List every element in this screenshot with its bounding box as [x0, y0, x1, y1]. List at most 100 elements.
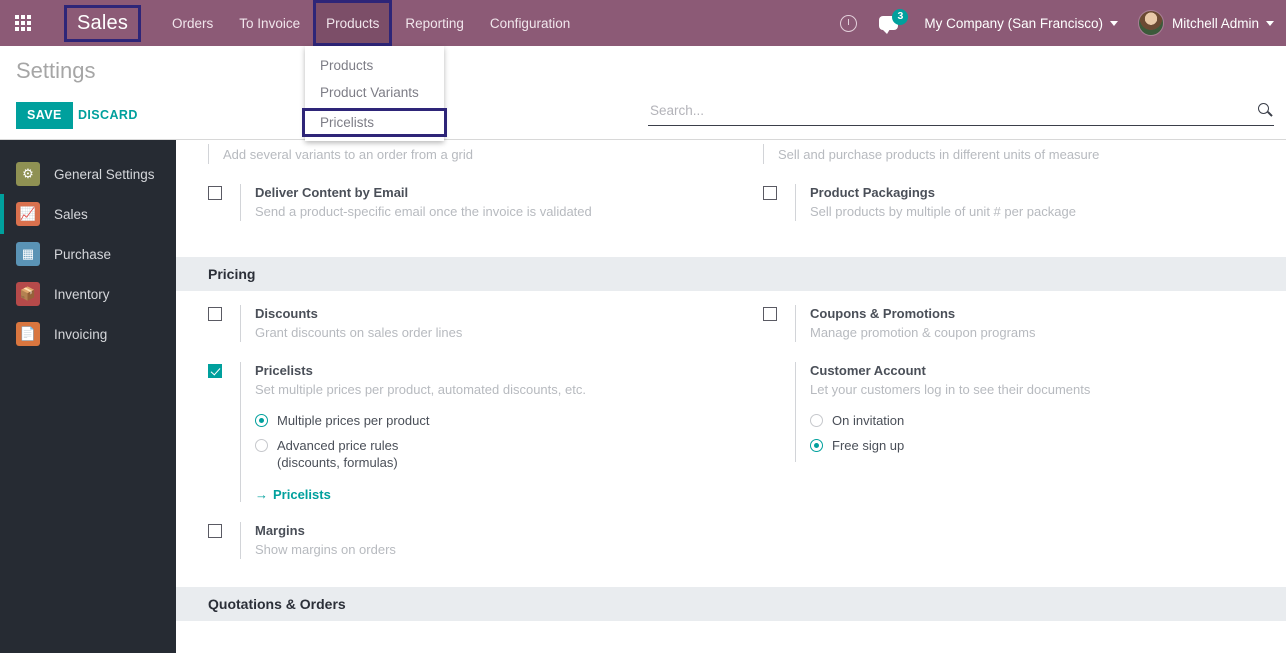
chat-bubble-icon[interactable]: 3	[879, 9, 909, 34]
sidebar-item-purchase[interactable]: ▦ Purchase	[0, 234, 176, 274]
chevron-down-icon	[1266, 20, 1274, 26]
sidebar-item-sales[interactable]: 📈 Sales	[0, 194, 176, 234]
menu-item-configuration[interactable]: Configuration	[477, 0, 583, 46]
products-section-rows: Deliver Content by Email Send a product-…	[176, 170, 1286, 227]
radio-label: Advanced price rules	[277, 438, 399, 453]
radio-option-multiple-prices-per-product[interactable]: Multiple prices per product	[255, 412, 709, 429]
messages-count-badge: 3	[892, 9, 909, 25]
pricelists-link-label: Pricelists	[273, 487, 331, 502]
company-label: My Company (San Francisco)	[924, 15, 1103, 31]
settings-sidebar: ⚙ General Settings 📈 Sales ▦ Purchase 📦 …	[0, 140, 176, 653]
search-input[interactable]	[648, 102, 1238, 119]
checkbox-pricelists[interactable]	[208, 364, 222, 378]
box-icon: 📦	[16, 282, 40, 306]
setting-desc: Send a product-specific email once the i…	[255, 204, 592, 219]
sidebar-item-general-settings[interactable]: ⚙ General Settings	[0, 154, 176, 194]
pricelists-link[interactable]: → Pricelists	[255, 487, 709, 502]
menu-item-orders[interactable]: Orders	[159, 0, 226, 46]
settings-content: Add several variants to an order from a …	[176, 140, 1286, 653]
setting-row-empty	[731, 508, 1286, 565]
radio-option-on-invitation[interactable]: On invitation	[810, 412, 1264, 429]
credit-card-icon: ▦	[16, 242, 40, 266]
sidebar-item-label: Purchase	[54, 246, 112, 262]
checkbox-margins[interactable]	[208, 524, 222, 538]
setting-desc: Set multiple prices per product, automat…	[255, 382, 586, 397]
sidebar-item-invoicing[interactable]: 📄 Invoicing	[0, 314, 176, 354]
radio-label: Free sign up	[832, 438, 905, 453]
setting-row-coupons-promotions: Coupons & Promotions Manage promotion & …	[731, 291, 1286, 348]
setting-row-margins: Margins Show margins on orders	[176, 508, 731, 565]
checkbox-discounts[interactable]	[208, 307, 222, 321]
setting-row-customer-account: Customer Account Let your customers log …	[731, 348, 1286, 508]
customer-account-options: On invitation Free sign up	[810, 412, 1264, 454]
setting-title: Pricelists	[255, 363, 313, 378]
apps-grid-icon[interactable]	[0, 0, 46, 46]
app-brand-sales[interactable]: Sales	[64, 4, 142, 42]
control-panel: Settings SAVE DISCARD	[0, 46, 1286, 140]
section-header-quotations-orders: Quotations & Orders	[176, 587, 1286, 621]
menu-item-products[interactable]: Products	[313, 0, 393, 46]
products-dropdown-menu: Products Product Variants Pricelists	[302, 46, 447, 141]
setting-desc: Add several variants to an order from a …	[223, 147, 474, 162]
setting-desc: Sell and purchase products in different …	[778, 147, 1100, 162]
magnifier-icon[interactable]	[1258, 103, 1274, 119]
setting-title: Discounts	[255, 306, 318, 321]
setting-row-product-packagings: Product Packagings Sell products by mult…	[731, 170, 1286, 227]
pricing-section-rows: Discounts Grant discounts on sales order…	[176, 291, 1286, 565]
setting-row-discounts: Discounts Grant discounts on sales order…	[176, 291, 731, 348]
setting-row-deliver-content-by-email: Deliver Content by Email Send a product-…	[176, 170, 731, 227]
top-navbar: Sales Orders To Invoice Products Reporti…	[0, 0, 1286, 46]
chart-icon: 📈	[16, 202, 40, 226]
products-section-rows-partial: Add several variants to an order from a …	[176, 140, 1286, 170]
radio-icon	[810, 414, 823, 427]
checkbox-deliver-content-by-email[interactable]	[208, 186, 222, 200]
user-menu[interactable]: Mitchell Admin	[1137, 10, 1274, 36]
checkbox-product-packagings[interactable]	[763, 186, 777, 200]
sidebar-item-inventory[interactable]: 📦 Inventory	[0, 274, 176, 314]
setting-row-units-of-measure: Sell and purchase products in different …	[731, 140, 1286, 170]
setting-title: Deliver Content by Email	[255, 185, 409, 200]
setting-row-sales-grid-entry: Add several variants to an order from a …	[176, 140, 731, 170]
company-selector[interactable]: My Company (San Francisco)	[924, 16, 1118, 31]
radio-label: On invitation	[832, 413, 905, 428]
menu-item-reporting[interactable]: Reporting	[392, 0, 477, 46]
clock-icon[interactable]	[840, 14, 858, 32]
brand-label: Sales	[77, 11, 129, 34]
setting-desc: Let your customers log in to see their d…	[810, 382, 1091, 397]
menu-item-to-invoice[interactable]: To Invoice	[226, 0, 313, 46]
checkbox-coupons-promotions[interactable]	[763, 307, 777, 321]
setting-title: Coupons & Promotions	[810, 306, 956, 321]
chevron-down-icon	[1109, 20, 1118, 26]
topbar-right-cluster: 3 My Company (San Francisco) Mitchell Ad…	[840, 0, 1286, 46]
page-title: Settings	[16, 58, 96, 83]
radio-option-advanced-price-rules[interactable]: Advanced price rules (discounts, formula…	[255, 437, 709, 471]
setting-title: Product Packagings	[810, 185, 935, 200]
sidebar-item-label: Sales	[54, 206, 88, 222]
setting-title: Margins	[255, 523, 305, 538]
setting-desc: Manage promotion & coupon programs	[810, 325, 1036, 340]
sidebar-item-label: Invoicing	[54, 326, 108, 342]
radio-option-free-sign-up[interactable]: Free sign up	[810, 437, 1264, 454]
save-button[interactable]: SAVE	[16, 102, 73, 129]
main-menu: Orders To Invoice Products Reporting Con…	[159, 0, 583, 46]
radio-label: Multiple prices per product	[277, 413, 430, 428]
radio-icon	[255, 414, 268, 427]
section-header-pricing: Pricing	[176, 257, 1286, 291]
dropdown-item-pricelists[interactable]: Pricelists	[302, 108, 447, 137]
sidebar-item-label: Inventory	[54, 286, 110, 302]
invoice-icon: 📄	[16, 322, 40, 346]
arrow-right-icon: →	[255, 487, 268, 502]
setting-title: Customer Account	[810, 363, 926, 378]
avatar	[1137, 10, 1164, 36]
setting-desc: Show margins on orders	[255, 542, 396, 557]
gear-icon: ⚙	[16, 162, 40, 186]
radio-icon	[810, 439, 823, 452]
pricelists-options: Multiple prices per product Advanced pri…	[255, 412, 709, 471]
sidebar-item-label: General Settings	[54, 166, 155, 182]
setting-desc: Sell products by multiple of unit # per …	[810, 204, 1076, 219]
dropdown-item-product-variants[interactable]: Product Variants	[305, 79, 444, 106]
discard-button[interactable]: DISCARD	[70, 102, 146, 129]
setting-desc: Grant discounts on sales order lines	[255, 325, 463, 340]
dropdown-item-products[interactable]: Products	[305, 52, 444, 79]
search-bar	[648, 102, 1274, 126]
